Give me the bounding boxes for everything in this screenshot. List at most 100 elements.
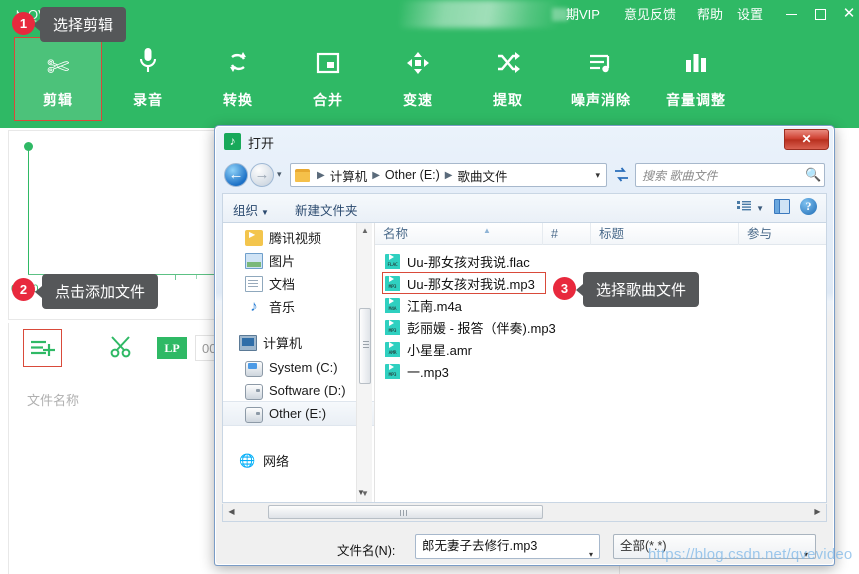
- scroll-left-icon[interactable]: ◀: [224, 505, 239, 519]
- nav-item-label: 计算机: [263, 336, 303, 351]
- annotation-callout-2: 点击添加文件: [34, 274, 159, 309]
- scrollbar-thumb[interactable]: [359, 308, 371, 384]
- navigation-pane-scrollbar[interactable]: ▲ ▼: [356, 223, 372, 502]
- toolbar-item-volume[interactable]: 音量调整: [648, 38, 744, 120]
- microphone-icon: [105, 44, 191, 90]
- navigation-pane: 腾讯视频 图片 文档 ♪ 音乐 计算机 System (C:): [223, 223, 375, 502]
- toolbar-item-volume-label: 音量调整: [666, 92, 726, 108]
- nav-item-documents[interactable]: 文档: [223, 271, 374, 296]
- file-list-horizontal-scrollbar[interactable]: ◀ ▶: [222, 504, 827, 522]
- close-icon[interactable]: ✕: [836, 2, 859, 26]
- search-input[interactable]: 搜索 歌曲文件 🔍: [635, 163, 825, 187]
- nav-item-system-c[interactable]: System (C:): [223, 355, 374, 380]
- nav-item-computer[interactable]: 计算机: [223, 330, 374, 355]
- chevron-down-icon[interactable]: ▾: [595, 170, 602, 181]
- file-list-item[interactable]: MP3 彭丽媛 - 报答（伴奏).mp3: [375, 316, 826, 338]
- recent-locations-icon[interactable]: ▾: [277, 169, 282, 180]
- toolbar-item-speed[interactable]: 变速: [375, 38, 461, 120]
- nav-item-music[interactable]: ♪ 音乐: [223, 294, 374, 319]
- computer-icon: [239, 334, 257, 351]
- toolbar-item-merge[interactable]: 合并: [285, 38, 371, 120]
- cut-tool-button[interactable]: [109, 335, 137, 361]
- breadcrumb-item-drive[interactable]: Other (E:): [385, 168, 440, 182]
- toolbar-item-convert[interactable]: 转换: [195, 38, 281, 120]
- scroll-up-icon[interactable]: ▲: [357, 223, 373, 239]
- toolbar-item-convert-label: 转换: [223, 92, 253, 108]
- file-list-item[interactable]: AMR 小星星.amr: [375, 338, 826, 360]
- settings-link[interactable]: 设置: [737, 6, 763, 24]
- file-list-item[interactable]: MP3 一.mp3: [375, 360, 826, 382]
- nav-item-tencent-video[interactable]: 腾讯视频: [223, 225, 374, 250]
- annotation-badge-3: 3: [553, 277, 576, 300]
- pictures-icon: [245, 252, 263, 269]
- nav-item-label: 网络: [263, 454, 290, 469]
- file-name: 江南.m4a: [407, 298, 462, 314]
- toolbar-item-extract[interactable]: 提取: [465, 38, 551, 120]
- nav-item-other-e[interactable]: Other (E:): [223, 401, 374, 426]
- flac-file-icon: FLAC: [385, 253, 400, 269]
- annotation-badge-1: 1: [12, 12, 35, 35]
- file-name: 一.mp3: [407, 364, 449, 380]
- app-titlebar[interactable]: ♪ QVE音频剪辑 期VIP 意见反馈 帮助 设置 ✕: [0, 0, 859, 30]
- vip-link[interactable]: 期VIP: [552, 6, 600, 24]
- organize-menu-button[interactable]: 组织 ▼: [233, 200, 269, 219]
- scrollbar-thumb[interactable]: [268, 505, 543, 519]
- nav-item-software-d[interactable]: Software (D:): [223, 378, 374, 403]
- add-file-button[interactable]: [23, 329, 62, 367]
- dialog-navigation-bar: ← → ▾ ▶ 计算机 ▶ Other (E:) ▶ 歌曲文件 ▾ 搜索 歌曲文…: [215, 157, 834, 193]
- scissors-icon: ✄: [46, 52, 70, 82]
- breadcrumb-separator: ▶: [372, 169, 380, 181]
- mp3-file-icon: MP3: [385, 363, 400, 379]
- chevron-down-icon[interactable]: ▾: [589, 543, 593, 565]
- column-header-name[interactable]: 名称 ▲: [375, 223, 543, 245]
- drive-icon: [245, 406, 263, 423]
- dialog-title: 打开: [248, 136, 275, 151]
- file-name: 彭丽媛 - 报答（伴奏).mp3: [407, 320, 556, 336]
- organize-label: 组织: [233, 204, 259, 218]
- minimize-icon[interactable]: [778, 2, 804, 26]
- dialog-close-button[interactable]: ✕: [784, 129, 829, 150]
- help-icon[interactable]: ?: [800, 198, 817, 215]
- file-name: 小星星.amr: [407, 342, 473, 358]
- breadcrumb-item-folder[interactable]: 歌曲文件: [458, 166, 508, 185]
- timeline-tick: [175, 275, 176, 280]
- maximize-icon[interactable]: [807, 2, 833, 26]
- system-drive-icon: [245, 360, 263, 377]
- nav-item-label: 音乐: [269, 300, 296, 315]
- app-header: ♪ QVE音频剪辑 期VIP 意见反馈 帮助 设置 ✕ ✄ 剪辑 录音: [0, 0, 859, 128]
- refresh-icon[interactable]: [611, 167, 631, 185]
- lp-button[interactable]: LP: [157, 337, 187, 359]
- list-scroll-down-icon[interactable]: ▼: [354, 486, 368, 500]
- dialog-titlebar[interactable]: ♪ 打开 ✕: [215, 126, 834, 157]
- speed-cross-icon: [375, 44, 461, 90]
- obscured-header-region: [400, 0, 560, 28]
- preview-pane-icon[interactable]: [774, 199, 790, 214]
- timeline-tick: [196, 275, 197, 279]
- back-arrow-icon[interactable]: ←: [224, 163, 248, 187]
- feedback-link[interactable]: 意见反馈: [624, 6, 676, 24]
- feature-toolbar: ✄ 剪辑 录音 转换 合并 变速 提取 噪声消除 音量调整: [0, 37, 859, 122]
- help-link[interactable]: 帮助: [697, 6, 723, 24]
- filename-input[interactable]: 郎无妻子去修行.mp3 ▾: [415, 534, 600, 559]
- column-header-artist[interactable]: 参与: [739, 223, 826, 245]
- toolbar-item-record-label: 录音: [133, 92, 163, 108]
- toolbar-item-edit[interactable]: ✄ 剪辑: [14, 37, 102, 121]
- column-header-title[interactable]: 标题: [591, 223, 739, 245]
- nav-item-pictures[interactable]: 图片: [223, 248, 374, 273]
- file-name-column-header: 文件名称: [27, 393, 80, 408]
- nav-item-label: 图片: [269, 254, 296, 269]
- column-header-name-label: 名称: [383, 227, 409, 241]
- forward-arrow-icon[interactable]: →: [250, 163, 274, 187]
- column-header-number[interactable]: #: [543, 223, 591, 245]
- breadcrumb[interactable]: ▶ 计算机 ▶ Other (E:) ▶ 歌曲文件 ▾: [290, 163, 607, 187]
- nav-item-label: Software (D:): [269, 383, 346, 398]
- view-list-icon[interactable]: ▼: [737, 199, 764, 214]
- nav-item-network[interactable]: 🌐 网络: [223, 448, 374, 473]
- filename-label: 文件名(N):: [337, 544, 396, 558]
- breadcrumb-item-computer[interactable]: 计算机: [330, 166, 368, 185]
- file-list-item[interactable]: FLAC Uu-那女孩对我说.flac: [375, 250, 826, 272]
- toolbar-item-noise-removal[interactable]: 噪声消除: [553, 38, 649, 120]
- new-folder-button[interactable]: 新建文件夹: [295, 200, 358, 219]
- scroll-right-icon[interactable]: ▶: [810, 505, 825, 519]
- toolbar-item-record[interactable]: 录音: [105, 38, 191, 120]
